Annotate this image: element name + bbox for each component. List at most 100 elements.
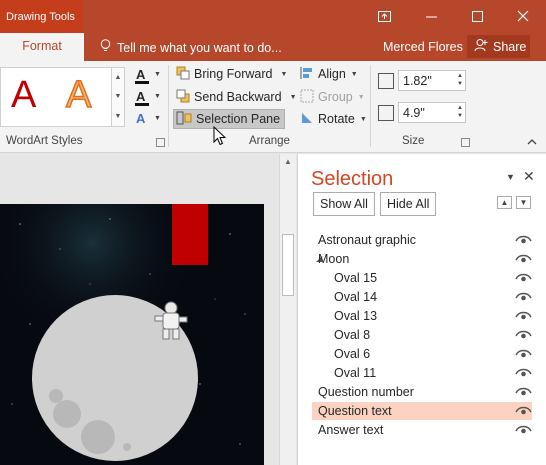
gallery-more-icon[interactable]: ▼ xyxy=(115,113,122,120)
selection-list-item[interactable]: Question text xyxy=(312,402,532,420)
eye-icon[interactable] xyxy=(515,404,532,417)
eye-icon[interactable] xyxy=(515,347,532,360)
eye-icon[interactable] xyxy=(515,271,532,284)
align-icon xyxy=(300,66,314,83)
height-field[interactable]: 1.82" ▲ ▼ xyxy=(398,70,466,91)
chevron-down-icon[interactable]: ▼ xyxy=(281,71,288,78)
bring-forward-button[interactable]: Bring Forward ▼ xyxy=(176,64,287,84)
align-button[interactable]: Align ▼ xyxy=(300,64,358,84)
height-icon xyxy=(378,73,394,89)
maximize-icon[interactable] xyxy=(462,6,492,26)
restore-ribbon-icon[interactable] xyxy=(369,6,399,26)
eye-icon[interactable] xyxy=(515,290,532,303)
scroll-up-icon[interactable]: ▲ xyxy=(284,157,292,166)
pane-title: Selection xyxy=(311,168,394,190)
selection-list-item[interactable]: Oval 14 xyxy=(312,288,532,306)
selection-list-item[interactable]: Oval 15 xyxy=(312,269,532,287)
close-pane-icon[interactable]: ✕ xyxy=(523,168,535,185)
eye-icon[interactable] xyxy=(515,385,532,398)
bring-forward-order-icon[interactable]: ▲ xyxy=(497,196,512,209)
chevron-down-icon[interactable]: ▼ xyxy=(290,94,297,101)
eye-icon[interactable] xyxy=(515,423,532,436)
width-value: 4.9" xyxy=(403,106,425,120)
selection-item-label: Oval 15 xyxy=(334,271,378,285)
slide-canvas xyxy=(0,154,279,465)
eye-icon[interactable] xyxy=(515,309,532,322)
selection-list-item[interactable]: Oval 6 xyxy=(312,345,532,363)
selection-item-label: Question number xyxy=(318,385,414,399)
group-button[interactable]: Group ▼ xyxy=(300,87,365,107)
tell-me-box[interactable]: Tell me what you want to do... xyxy=(100,39,282,56)
pane-options-icon[interactable]: ▼ xyxy=(506,172,515,182)
text-effects-icon: A xyxy=(136,111,146,126)
rotate-icon xyxy=(300,111,314,128)
eye-icon[interactable] xyxy=(515,233,532,246)
chevron-down-icon[interactable]: ▼ xyxy=(351,71,358,78)
eye-icon[interactable] xyxy=(515,328,532,341)
selection-item-label: Oval 13 xyxy=(334,309,378,323)
text-fill-button[interactable]: A ▼ xyxy=(133,67,161,87)
send-backward-icon xyxy=(176,89,190,106)
gallery-down-icon[interactable]: ▼ xyxy=(115,93,122,100)
gallery-scroll[interactable]: ▲ ▼ ▼ xyxy=(111,67,125,127)
show-all-button[interactable]: Show All xyxy=(313,192,375,216)
chevron-down-icon[interactable]: ▼ xyxy=(360,116,367,123)
gallery-up-icon[interactable]: ▲ xyxy=(115,74,122,81)
rotate-button[interactable]: Rotate ▼ xyxy=(300,109,367,129)
text-outline-icon: A xyxy=(136,89,146,104)
selection-item-label: Answer text xyxy=(318,423,384,437)
width-spinner[interactable]: ▲ ▼ xyxy=(457,104,463,120)
selection-pane: Selection ▼ ✕ Show All Hide All ▲ ▼ Astr… xyxy=(297,154,546,465)
tab-format[interactable]: Format xyxy=(0,33,84,61)
height-spinner[interactable]: ▲ ▼ xyxy=(457,72,463,88)
ribbon: A A ▲ ▼ ▼ A ▼ A ▼ A ▼ WordArt Styles Bri… xyxy=(0,61,546,153)
wordart-style-orange[interactable]: A xyxy=(65,75,92,115)
user-name[interactable]: Merced Flores xyxy=(383,40,463,54)
wordart-style-red[interactable]: A xyxy=(11,76,36,114)
text-fill-icon: A xyxy=(136,67,146,82)
tell-me-text: Tell me what you want to do... xyxy=(117,40,282,55)
selection-list-item[interactable]: Oval 8 xyxy=(312,326,532,344)
lightbulb-icon xyxy=(100,39,111,56)
selection-item-label: Moon xyxy=(318,252,350,266)
dialog-launcher-icon[interactable] xyxy=(461,138,470,147)
collapse-ribbon-icon[interactable] xyxy=(527,137,537,148)
eye-icon[interactable] xyxy=(515,366,532,379)
red-shape[interactable] xyxy=(172,204,208,265)
eye-icon[interactable] xyxy=(515,252,532,265)
slide-artwork xyxy=(0,204,264,465)
selection-list-item[interactable]: Answer text xyxy=(312,421,532,439)
share-button[interactable]: Share xyxy=(467,35,530,58)
contextual-tab-label: Drawing Tools xyxy=(0,0,83,33)
group-label-wordart: WordArt Styles xyxy=(6,135,83,147)
chevron-down-icon[interactable]: ▼ xyxy=(154,71,161,78)
selection-item-label: Oval 14 xyxy=(334,290,378,304)
selection-list-item[interactable]: Astronaut graphic xyxy=(312,231,532,249)
selection-list-item[interactable]: Question number xyxy=(312,383,532,401)
dialog-launcher-icon[interactable] xyxy=(156,138,165,147)
close-icon[interactable] xyxy=(508,6,538,26)
hide-all-button[interactable]: Hide All xyxy=(380,192,437,216)
minimize-icon[interactable] xyxy=(416,6,446,26)
slide-thumbnail[interactable] xyxy=(0,204,264,465)
selection-list-item[interactable]: Oval 13 xyxy=(312,307,532,325)
bring-forward-label: Bring Forward xyxy=(194,67,273,81)
selection-list-item[interactable]: ◢ Moon xyxy=(312,250,532,268)
group-label-size: Size xyxy=(402,135,425,147)
scroll-thumb[interactable] xyxy=(282,234,294,296)
send-backward-order-icon[interactable]: ▼ xyxy=(516,196,531,209)
group-icon xyxy=(300,89,314,106)
wordart-gallery[interactable]: A A xyxy=(0,67,125,127)
vertical-scrollbar[interactable]: ▲ xyxy=(279,154,296,465)
selection-item-label: Question text xyxy=(318,404,392,418)
text-effects-button[interactable]: A ▼ xyxy=(133,111,161,131)
selection-pane-button[interactable]: Selection Pane xyxy=(173,109,286,129)
chevron-down-icon[interactable]: ▼ xyxy=(154,115,161,122)
text-outline-button[interactable]: A ▼ xyxy=(133,89,161,109)
send-backward-button[interactable]: Send Backward ▼ xyxy=(176,87,297,107)
selection-list-item[interactable]: Oval 11 xyxy=(312,364,532,382)
width-field[interactable]: 4.9" ▲ ▼ xyxy=(398,102,466,123)
chevron-down-icon[interactable]: ▼ xyxy=(358,94,365,101)
group-label: Group xyxy=(318,90,353,104)
chevron-down-icon[interactable]: ▼ xyxy=(154,93,161,100)
